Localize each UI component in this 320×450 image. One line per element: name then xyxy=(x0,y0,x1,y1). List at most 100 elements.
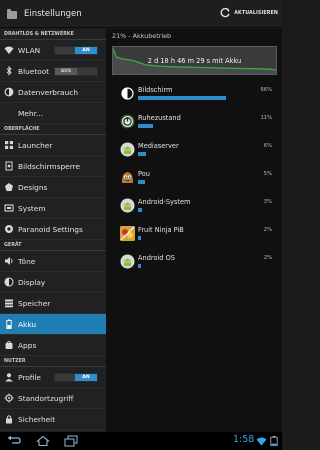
system-icon xyxy=(4,203,14,213)
back-icon[interactable] xyxy=(6,435,22,447)
display-icon xyxy=(4,277,14,287)
usage-percent: 6% xyxy=(263,143,272,149)
pou-app-icon xyxy=(120,170,135,185)
sidebar-item-label: Apps xyxy=(18,340,37,350)
sidebar-item-label: Mehr... xyxy=(18,108,44,118)
action-bar: Einstellungen AKTUALISIEREN xyxy=(0,0,282,28)
usage-bar xyxy=(138,264,141,268)
battery-usage-row[interactable]: Pou 5% xyxy=(106,167,282,195)
sidebar-item-label: Launcher xyxy=(18,140,53,150)
sidebar-item-label: Bildschirmsperre xyxy=(18,161,81,171)
wifi-status-icon xyxy=(256,437,267,445)
profile-icon xyxy=(4,372,14,382)
section-header: GERÄT xyxy=(0,240,106,251)
usage-bar xyxy=(138,152,146,156)
battery-usage-row[interactable]: Android-System 3% xyxy=(106,195,282,223)
usage-percent: 5% xyxy=(263,171,272,177)
location-icon xyxy=(4,393,14,403)
sidebar-item-bluetoot[interactable]: Bluetoot AUS xyxy=(0,61,106,82)
sidebar-item-system[interactable]: System xyxy=(0,198,106,219)
paranoid-icon xyxy=(4,224,14,234)
sidebar-item-display[interactable]: Display xyxy=(0,272,106,293)
usage-percent: 66% xyxy=(260,87,272,93)
sidebar-item-label: System xyxy=(18,203,46,213)
launcher-icon xyxy=(4,140,14,150)
lockscreen-icon xyxy=(4,161,14,171)
sidebar-item-akku[interactable]: Akku xyxy=(0,314,106,335)
themes-icon xyxy=(4,182,14,192)
android-icon xyxy=(120,254,135,269)
sidebar-item-label: Speicher xyxy=(18,298,51,308)
battery-graph-label: 2 d 18 h 46 m 29 s mit Akku xyxy=(147,57,242,65)
usage-bar xyxy=(138,124,153,128)
app-name: Bildschirm xyxy=(138,86,173,94)
sidebar-item-label: Paranoid Settings xyxy=(18,224,83,234)
standby-icon xyxy=(120,114,135,129)
sidebar-item-designs[interactable]: Designs xyxy=(0,177,106,198)
data-usage-icon xyxy=(4,87,14,97)
refresh-label: AKTUALISIEREN xyxy=(234,10,278,16)
screen-icon xyxy=(120,86,135,101)
sidebar-item-label: Datenverbrauch xyxy=(18,87,78,97)
blank-icon xyxy=(4,108,14,118)
navigation-bar: 1:58 xyxy=(0,432,282,450)
toggle-label: AUS xyxy=(55,68,77,75)
sidebar-item-mehr[interactable]: Mehr... xyxy=(0,103,106,124)
fruit-ninja-icon xyxy=(120,226,135,241)
recent-apps-icon[interactable] xyxy=(64,435,78,447)
toggle-label: AN xyxy=(75,374,97,381)
system-status-icons[interactable] xyxy=(256,436,278,446)
sidebar-item-label: Töne xyxy=(18,256,36,266)
sidebar-item-sicherheit[interactable]: Sicherheit xyxy=(0,409,106,430)
profile-toggle[interactable]: AN xyxy=(54,373,98,382)
battery-usage-row[interactable]: Mediaserver 6% xyxy=(106,139,282,167)
toggle-label: AN xyxy=(75,47,97,54)
section-header: NUTZER xyxy=(0,356,106,367)
usage-percent: 3% xyxy=(263,199,272,205)
bluetoot-toggle[interactable]: AUS xyxy=(54,67,98,76)
usage-percent: 2% xyxy=(263,255,272,261)
sidebar-item-datenverbrauch[interactable]: Datenverbrauch xyxy=(0,82,106,103)
battery-usage-row[interactable]: Android OS 2% xyxy=(106,251,282,279)
sound-icon xyxy=(4,256,14,266)
sidebar-item-label: Akku xyxy=(18,319,37,329)
battery-usage-row[interactable]: Fruit Ninja PiB 2% xyxy=(106,223,282,251)
app-name: Mediaserver xyxy=(138,142,179,150)
settings-sidebar: DRAHTLOS & NETZWERKE WLAN AN Bluetoot AUS Dat… xyxy=(0,29,106,432)
apps-icon xyxy=(4,340,14,350)
app-name: Android-System xyxy=(138,198,191,206)
settings-folder-icon[interactable] xyxy=(5,7,19,21)
sidebar-item-profile[interactable]: Profile AN xyxy=(0,367,106,388)
wifi-icon xyxy=(4,45,14,55)
battery-summary: 21% - Akkubetrieb xyxy=(112,32,172,40)
app-name: Ruhezustand xyxy=(138,114,181,122)
home-icon[interactable] xyxy=(36,435,50,447)
section-header: OBERFLÄCHE xyxy=(0,124,106,135)
sidebar-item-label: Profile xyxy=(18,372,41,382)
sidebar-item-standortzugriff[interactable]: Standortzugriff xyxy=(0,388,106,409)
usage-percent: 11% xyxy=(260,115,272,121)
battery-history-graph[interactable]: 2 d 18 h 46 m 29 s mit Akku xyxy=(112,46,277,75)
clock[interactable]: 1:58 xyxy=(233,434,254,445)
sidebar-item-wlan[interactable]: WLAN AN xyxy=(0,40,106,61)
battery-status-icon xyxy=(270,436,278,446)
usage-percent: 2% xyxy=(263,227,272,233)
usage-bar xyxy=(138,208,142,212)
sidebar-item-label: Bluetoot xyxy=(18,66,50,76)
sidebar-item-bildschirmsperre[interactable]: Bildschirmsperre xyxy=(0,156,106,177)
bluetooth-icon xyxy=(4,66,14,76)
sidebar-item-launcher[interactable]: Launcher xyxy=(0,135,106,156)
battery-usage-row[interactable]: Ruhezustand 11% xyxy=(106,111,282,139)
wlan-toggle[interactable]: AN xyxy=(54,46,98,55)
sidebar-item-label: Display xyxy=(18,277,46,287)
sidebar-item-speicher[interactable]: Speicher xyxy=(0,293,106,314)
sidebar-item-label: Designs xyxy=(18,182,48,192)
battery-panel: 21% - Akkubetrieb 2 d 18 h 46 m 29 s mit… xyxy=(106,29,282,432)
sidebar-item-töne[interactable]: Töne xyxy=(0,251,106,272)
sidebar-item-apps[interactable]: Apps xyxy=(0,335,106,356)
refresh-icon xyxy=(220,7,230,18)
sidebar-item-paranoid-settings[interactable]: Paranoid Settings xyxy=(0,219,106,240)
usage-bar xyxy=(138,236,141,240)
battery-usage-row[interactable]: Bildschirm 66% xyxy=(106,83,282,111)
refresh-button[interactable]: AKTUALISIEREN xyxy=(219,7,278,19)
